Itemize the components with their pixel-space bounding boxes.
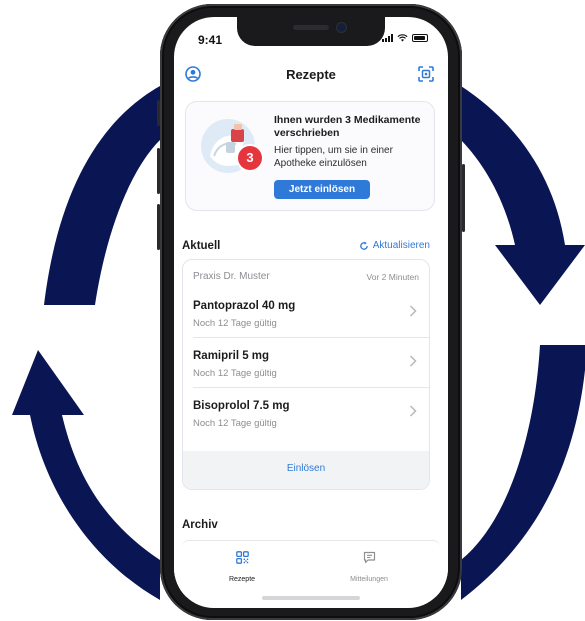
notice-description: Hier tippen, um sie in einer Apotheke ei… [274, 145, 393, 169]
mute-switch [157, 100, 160, 126]
tab-label: Rezepte [228, 576, 256, 583]
medication-validity: Noch 12 Tage gültig [193, 368, 277, 379]
current-section-heading: Aktuell [182, 240, 221, 252]
tab-messages[interactable]: Mitteilungen [324, 547, 414, 586]
medication-row[interactable]: Pantoprazol 40 mg Noch 12 Tage gültig [183, 288, 429, 338]
wifi-icon [397, 34, 408, 42]
navigation-bar: Rezepte [174, 61, 448, 87]
medication-name: Ramipril 5 mg [193, 350, 270, 362]
chevron-right-icon [409, 355, 417, 367]
medication-name: Pantoprazol 40 mg [193, 300, 296, 312]
refresh-link[interactable]: Aktualisieren [359, 240, 430, 251]
battery-icon [412, 34, 428, 42]
prescriptions-icon [235, 551, 249, 564]
home-indicator [262, 596, 360, 600]
redeem-button[interactable]: Einlösen [183, 463, 429, 474]
refresh-icon [359, 241, 368, 250]
medication-validity: Noch 12 Tage gültig [193, 418, 277, 429]
messages-icon [363, 551, 375, 564]
tab-label: Mitteilungen [350, 576, 388, 583]
arrow-top-right [461, 86, 585, 305]
status-icons [382, 34, 428, 42]
redeem-footer[interactable]: Einlösen [183, 451, 429, 489]
app-screen: 9:41 Rezepte 3 Ihnen wurden 3 Medikament… [174, 17, 448, 608]
arrow-top-left [44, 86, 160, 305]
speaker-grille [293, 25, 329, 30]
prescription-notice-card[interactable]: 3 Ihnen wurden 3 Medikamente verschriebe… [185, 101, 435, 211]
front-camera [337, 23, 346, 32]
redeem-now-button[interactable]: Jetzt einlösen [274, 180, 370, 199]
medication-validity: Noch 12 Tage gültig [193, 318, 277, 329]
notification-count-badge: 3 [238, 146, 262, 170]
volume-down-button [157, 204, 160, 250]
issued-time: Vor 2 Minuten [366, 272, 419, 282]
tab-prescriptions[interactable]: Rezepte [197, 547, 287, 586]
medication-name: Bisoprolol 7.5 mg [193, 400, 290, 412]
phone-frame: 9:41 Rezepte 3 Ihnen wurden 3 Medikament… [157, 4, 465, 620]
archive-card-edge [182, 540, 440, 547]
archive-section-heading: Archiv [182, 519, 218, 531]
medication-row[interactable]: Bisoprolol 7.5 mg Noch 12 Tage gültig [183, 388, 429, 438]
arrow-bottom-right [461, 345, 585, 600]
status-time: 9:41 [198, 33, 223, 47]
notch [237, 17, 385, 46]
volume-up-button [157, 148, 160, 194]
power-button [462, 164, 465, 232]
practice-name: Praxis Dr. Muster [193, 271, 270, 282]
medication-row[interactable]: Ramipril 5 mg Noch 12 Tage gültig [183, 338, 429, 388]
page-title: Rezepte [286, 67, 336, 82]
card-header: Praxis Dr. Muster Vor 2 Minuten [183, 260, 429, 288]
chevron-right-icon [409, 305, 417, 317]
chevron-right-icon [409, 405, 417, 417]
scan-icon[interactable] [418, 66, 434, 82]
cellular-signal-icon [382, 34, 393, 42]
current-prescriptions-card: Praxis Dr. Muster Vor 2 Minuten Pantopra… [182, 259, 430, 490]
arrow-bottom-left [12, 350, 160, 600]
tab-bar: Rezepte Mitteilungen [174, 547, 448, 597]
refresh-label: Aktualisieren [372, 240, 430, 251]
notice-title: Ihnen wurden 3 Medikamente verschrieben [274, 114, 421, 139]
